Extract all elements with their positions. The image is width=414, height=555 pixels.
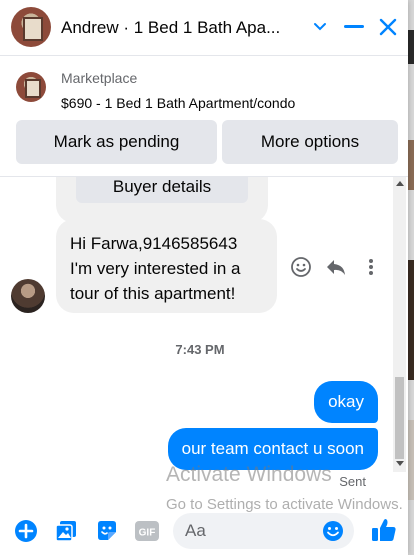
sticker-icon[interactable]	[94, 518, 120, 544]
message-list[interactable]: Buyer details Hi Farwa,9146585643 I'm ve…	[0, 177, 408, 509]
activation-watermark-title: Activate Windows	[166, 463, 332, 486]
scroll-up-arrow-icon[interactable]	[396, 181, 404, 186]
listing-thumbnail	[16, 72, 46, 102]
more-actions-icon[interactable]	[359, 255, 383, 279]
chat-window: Andrew · 1 Bed 1 Bath Apa... Marketplace…	[0, 0, 408, 555]
chevron-down-icon[interactable]	[306, 13, 334, 41]
listing-title[interactable]: $690 - 1 Bed 1 Bath Apartment/condo	[61, 95, 295, 111]
buyer-details-card: Buyer details	[56, 177, 268, 223]
scrollbar-thumb[interactable]	[395, 377, 404, 459]
received-message[interactable]: Hi Farwa,9146585643 I'm very interested …	[56, 219, 277, 313]
gif-icon[interactable]: GIF	[134, 518, 160, 544]
listing-avatar[interactable]	[11, 7, 51, 47]
gif-label: GIF	[139, 528, 156, 539]
message-status: Sent	[339, 474, 366, 489]
close-icon[interactable]	[374, 13, 402, 41]
sent-message[interactable]: okay	[314, 381, 378, 423]
photo-icon[interactable]	[53, 518, 79, 544]
thumbs-up-icon[interactable]	[370, 516, 398, 544]
marketplace-label: Marketplace	[61, 70, 138, 86]
buyer-details-button[interactable]: Buyer details	[76, 177, 248, 203]
react-emoji-icon[interactable]	[289, 255, 313, 279]
message-composer: GIF	[0, 508, 408, 555]
conversation-title[interactable]: Andrew · 1 Bed 1 Bath Apa...	[61, 18, 301, 38]
plus-icon[interactable]	[13, 518, 39, 544]
message-input[interactable]	[185, 513, 315, 549]
message-timestamp: 7:43 PM	[175, 342, 225, 357]
scrollbar[interactable]	[393, 177, 406, 472]
reply-icon[interactable]	[324, 255, 348, 279]
scroll-down-arrow-icon[interactable]	[396, 461, 404, 466]
emoji-icon[interactable]	[322, 520, 344, 542]
more-options-button[interactable]: More options	[222, 120, 398, 164]
mark-as-pending-button[interactable]: Mark as pending	[16, 120, 217, 164]
marketplace-listing[interactable]: Marketplace $690 - 1 Bed 1 Bath Apartmen…	[0, 64, 408, 114]
minimize-icon[interactable]	[340, 13, 368, 41]
sender-avatar[interactable]	[11, 279, 45, 313]
chat-header[interactable]: Andrew · 1 Bed 1 Bath Apa...	[0, 0, 408, 56]
message-input-container[interactable]	[173, 513, 354, 549]
